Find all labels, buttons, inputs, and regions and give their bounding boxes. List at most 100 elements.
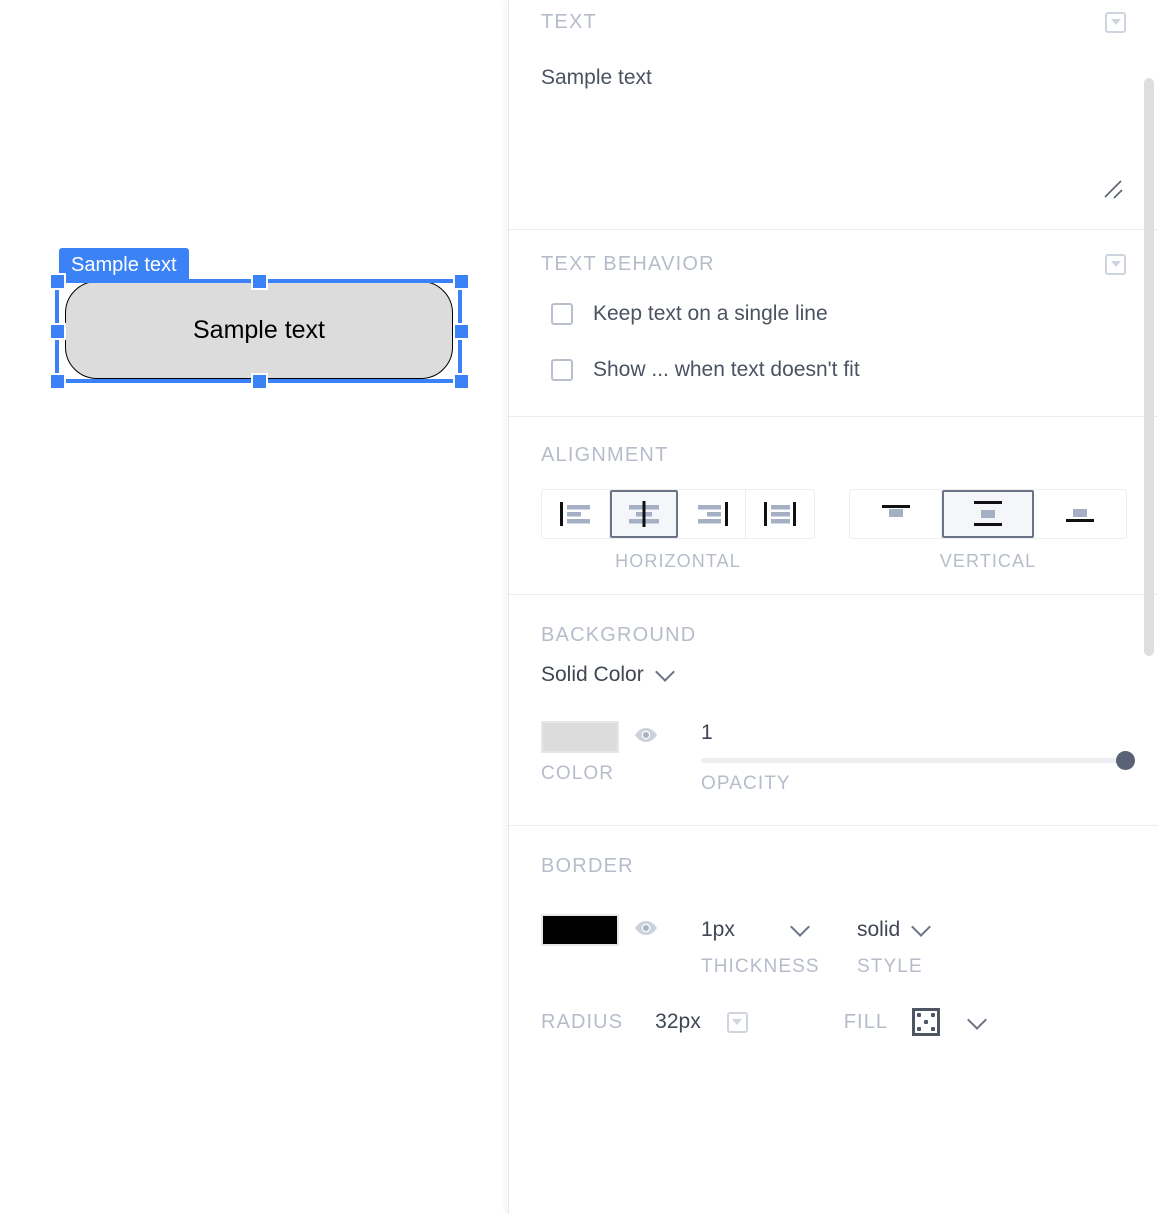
border-radius-label: RADIUS xyxy=(541,1010,624,1033)
border-color-swatch[interactable] xyxy=(541,914,619,946)
fill-blank xyxy=(917,1020,921,1024)
background-opacity-field: 1 OPACITY xyxy=(701,721,1135,795)
resize-handle-middle-right[interactable] xyxy=(453,323,470,340)
section-text-title: TEXT xyxy=(541,10,597,33)
properties-panel: TEXT Sample text TEXT BEHAVIOR Keep text… xyxy=(508,0,1158,1214)
checkbox-keep-text-single-line-label: Keep text on a single line xyxy=(593,302,828,325)
resize-handle-top-right[interactable] xyxy=(453,273,470,290)
background-type-select[interactable]: Solid Color xyxy=(541,662,675,687)
section-background-title: BACKGROUND xyxy=(541,623,697,646)
border-radius-picker-button[interactable] xyxy=(726,1011,748,1033)
border-radius-fill-row: RADIUS 32px FILL xyxy=(541,978,1126,1036)
checkbox-row-ellipsis[interactable]: Show ... when text doesn't fit xyxy=(541,342,1126,398)
alignment-controls: HORIZONTAL VERTICAL xyxy=(541,477,1127,572)
section-text-behavior-title: TEXT BEHAVIOR xyxy=(541,252,715,275)
fill-dot xyxy=(916,1027,921,1032)
align-left-button[interactable] xyxy=(542,490,610,538)
align-right-button[interactable] xyxy=(678,490,746,538)
border-color-swatch-row xyxy=(541,914,701,946)
section-alignment: ALIGNMENT HORIZONTAL VERTICAL xyxy=(509,417,1158,594)
section-alignment-title: ALIGNMENT xyxy=(541,443,669,466)
fill-blank xyxy=(931,1020,935,1024)
border-thickness-caption: THICKNESS xyxy=(701,956,820,977)
alignment-vertical-buttons xyxy=(849,489,1127,539)
checkbox-show-ellipsis[interactable] xyxy=(551,359,573,381)
diagram-canvas[interactable]: Sample text Sample text xyxy=(0,0,508,1214)
section-text-behavior-collapse-button[interactable] xyxy=(1105,253,1126,275)
align-top-icon xyxy=(881,505,910,517)
panel-scrollbar-thumb[interactable] xyxy=(1144,78,1154,656)
text-value-content: Sample text xyxy=(541,66,652,89)
align-left-icon xyxy=(559,502,590,526)
border-style-value: solid xyxy=(857,918,901,941)
border-radius-value: 32px xyxy=(655,1010,701,1033)
background-color-caption: COLOR xyxy=(541,763,615,784)
align-right-icon xyxy=(697,502,728,526)
chevron-down-icon xyxy=(789,917,810,937)
align-bottom-button[interactable] xyxy=(1034,490,1126,538)
background-type-row: Solid Color xyxy=(541,657,1126,693)
opacity-slider-thumb[interactable] xyxy=(1116,751,1135,770)
border-thickness-select[interactable]: 1px xyxy=(701,914,857,946)
resize-handle-middle-left[interactable] xyxy=(49,323,66,340)
alignment-horizontal-group: HORIZONTAL xyxy=(541,489,815,572)
section-text-collapse-button[interactable] xyxy=(1105,11,1126,33)
section-background: BACKGROUND Solid Color COLOR 1 OPACITY xyxy=(509,595,1158,825)
section-border-title: BORDER xyxy=(541,854,634,877)
align-middle-icon xyxy=(974,501,1002,526)
background-type-value: Solid Color xyxy=(541,663,644,686)
align-center-button[interactable] xyxy=(610,490,678,538)
border-controls: 1px THICKNESS solid STYLE xyxy=(541,888,1126,978)
section-alignment-header: ALIGNMENT xyxy=(541,433,1126,477)
chevron-down-icon[interactable] xyxy=(967,1010,988,1030)
chevron-down-icon xyxy=(1110,261,1121,267)
fill-dot xyxy=(931,1012,936,1017)
checkbox-keep-text-single-line[interactable] xyxy=(551,303,573,325)
fill-pattern-icon[interactable] xyxy=(912,1008,941,1036)
chevron-down-icon xyxy=(1110,19,1121,25)
alignment-vertical-group: VERTICAL xyxy=(849,489,1127,572)
app-root: Sample text Sample text TEXT Sample text… xyxy=(0,0,1158,1214)
eye-icon[interactable] xyxy=(633,725,659,750)
fill-dot xyxy=(916,1012,921,1017)
align-middle-button[interactable] xyxy=(942,490,1034,538)
eye-icon[interactable] xyxy=(633,918,659,943)
resize-handle-bottom-center[interactable] xyxy=(251,373,268,390)
align-top-button[interactable] xyxy=(850,490,942,538)
border-thickness-field: 1px THICKNESS xyxy=(701,914,857,978)
resize-handle-bottom-right[interactable] xyxy=(453,373,470,390)
fill-blank xyxy=(924,1027,928,1031)
resize-handle-bottom-left[interactable] xyxy=(49,373,66,390)
border-style-select[interactable]: solid xyxy=(857,914,932,946)
checkbox-show-ellipsis-label: Show ... when text doesn't fit xyxy=(593,358,860,381)
section-text-header: TEXT xyxy=(541,0,1126,44)
background-controls: COLOR 1 OPACITY xyxy=(541,693,1135,795)
alignment-vertical-caption: VERTICAL xyxy=(939,551,1037,571)
panel-scrollbar[interactable] xyxy=(1142,0,1156,1214)
resize-handle-icon[interactable] xyxy=(1101,177,1125,201)
shape-text-label: Sample text xyxy=(192,315,325,344)
rounded-rectangle-shape[interactable]: Sample text xyxy=(65,281,453,379)
resize-handle-top-center[interactable] xyxy=(251,273,268,290)
background-color-swatch[interactable] xyxy=(541,721,619,753)
chevron-down-icon xyxy=(732,1019,743,1025)
text-value-textarea[interactable]: Sample text xyxy=(541,44,1126,229)
border-style-caption: STYLE xyxy=(857,956,923,977)
shape-name-tag[interactable]: Sample text xyxy=(59,248,189,283)
border-thickness-value: 1px xyxy=(701,918,735,941)
section-background-header: BACKGROUND xyxy=(541,613,1126,657)
section-border: BORDER 1px THICKNESS solid STYLE RADIUS … xyxy=(509,826,1158,1036)
align-bottom-icon xyxy=(1066,509,1094,522)
align-justify-button[interactable] xyxy=(746,490,814,538)
checkbox-row-single-line[interactable]: Keep text on a single line xyxy=(541,286,1126,342)
border-fill-label: FILL xyxy=(843,1010,889,1033)
align-justify-icon xyxy=(764,502,796,526)
align-center-icon xyxy=(629,501,659,527)
shape-selection-frame[interactable]: Sample text xyxy=(49,273,470,390)
background-opacity-caption: OPACITY xyxy=(701,773,791,794)
opacity-slider[interactable] xyxy=(701,751,1135,770)
chevron-down-icon xyxy=(911,917,932,937)
resize-handle-top-left[interactable] xyxy=(49,273,66,290)
background-color-field: COLOR xyxy=(541,721,701,785)
alignment-horizontal-buttons xyxy=(541,489,815,539)
